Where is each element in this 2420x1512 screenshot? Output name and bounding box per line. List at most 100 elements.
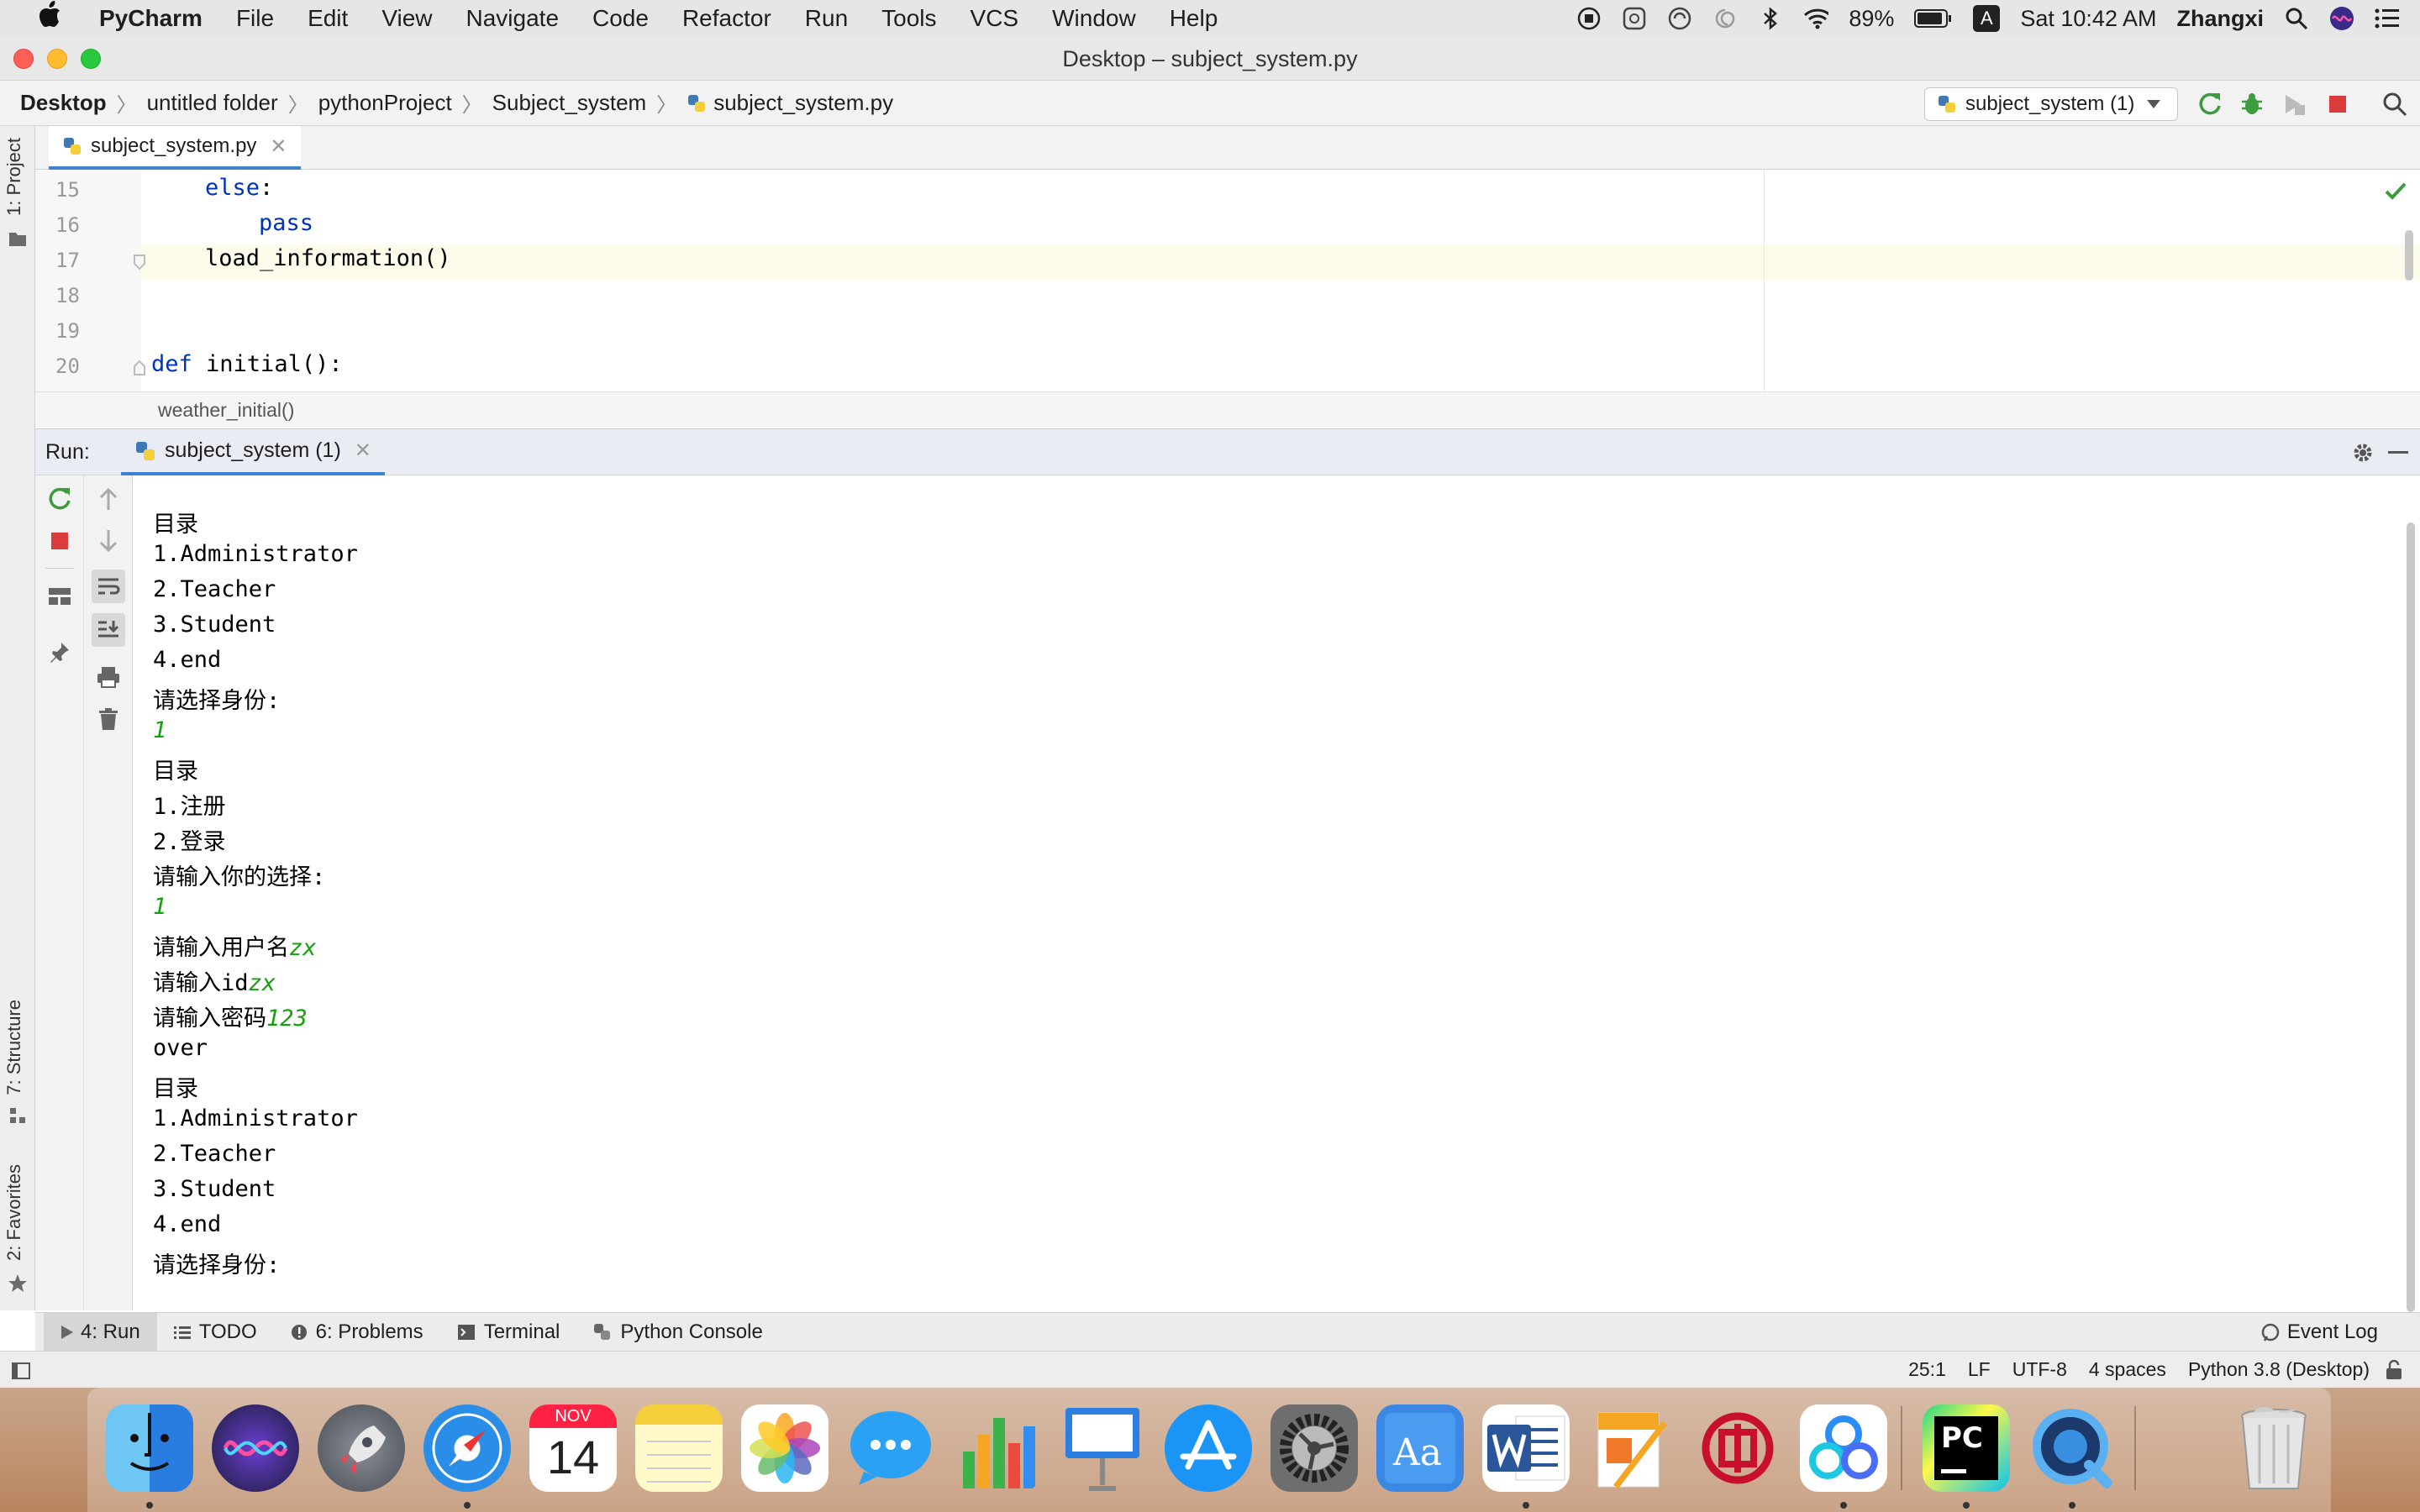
launchpad-icon[interactable]	[318, 1404, 405, 1492]
spotlight-icon[interactable]	[2284, 6, 2309, 31]
close-window-button[interactable]	[13, 49, 34, 69]
favorites-tool-tab[interactable]: 2: Favorites	[3, 1164, 25, 1261]
breadcrumb-untitled-folder[interactable]: untitled folder	[147, 90, 278, 116]
project-tool-tab[interactable]: 1: Project	[3, 138, 25, 216]
debug-icon[interactable]	[2238, 91, 2265, 118]
calendar-icon[interactable]: NOV 14	[529, 1404, 617, 1492]
breadcrumb-pythonproject[interactable]: pythonProject	[318, 90, 452, 116]
breadcrumb-desktop[interactable]: Desktop	[20, 90, 107, 116]
spiral-icon[interactable]	[1712, 6, 1738, 31]
menu-app-pycharm[interactable]: PyCharm	[99, 5, 203, 32]
tool-tab-todo[interactable]: TODO	[157, 1313, 274, 1352]
zoom-window-button[interactable]	[81, 49, 101, 69]
safari-icon[interactable]	[424, 1404, 511, 1492]
capture-icon[interactable]	[1622, 6, 1647, 31]
menu-refactor[interactable]: Refactor	[682, 5, 771, 32]
breadcrumb-subject-system[interactable]: Subject_system	[492, 90, 647, 116]
inspection-ok-icon[interactable]	[2385, 181, 2407, 204]
menu-view[interactable]: View	[381, 5, 432, 32]
code-editor[interactable]: 15 16 17 18 19 20 else: pass load_inform…	[35, 170, 2420, 391]
system-preferences-icon[interactable]	[1270, 1404, 1358, 1492]
minimize-window-button[interactable]	[47, 49, 67, 69]
sync-icon[interactable]	[1667, 6, 1692, 31]
python-interpreter[interactable]: Python 3.8 (Desktop)	[2188, 1358, 2370, 1381]
notification-center-icon[interactable]	[2375, 6, 2400, 31]
menu-file[interactable]: File	[236, 5, 274, 32]
indent-setting[interactable]: 4 spaces	[2089, 1358, 2166, 1381]
pin-icon[interactable]	[46, 638, 73, 665]
siri-icon[interactable]	[2329, 6, 2354, 31]
layout-icon[interactable]	[46, 583, 73, 610]
pages-icon[interactable]	[1588, 1404, 1676, 1492]
finder-icon[interactable]	[106, 1404, 193, 1492]
icbc-bank-icon[interactable]	[1694, 1404, 1781, 1492]
pycharm-icon[interactable]: PC	[1923, 1404, 2010, 1492]
run-console-output[interactable]: 目录 1.Administrator 2.Teacher 3.Student 4…	[133, 475, 2420, 1312]
tool-tab-terminal[interactable]: Terminal	[440, 1313, 577, 1352]
structure-tool-tab[interactable]: 7: Structure	[3, 1000, 25, 1095]
tool-tab-event-log[interactable]: Event Log	[2244, 1313, 2395, 1352]
photos-icon[interactable]	[741, 1404, 829, 1492]
menu-window[interactable]: Window	[1052, 5, 1136, 32]
tool-tab-python-console[interactable]: Python Console	[576, 1313, 779, 1352]
menu-help[interactable]: Help	[1170, 5, 1218, 32]
baidu-netdisk-icon[interactable]	[1800, 1404, 1887, 1492]
wifi-icon[interactable]	[1803, 6, 1829, 31]
toggle-tool-windows-icon[interactable]	[12, 1362, 30, 1384]
rerun-button[interactable]	[2196, 91, 2223, 118]
input-source-icon[interactable]: A	[1973, 5, 2001, 32]
screen-record-icon[interactable]	[1576, 6, 1602, 31]
menu-run[interactable]: Run	[805, 5, 848, 32]
apple-icon[interactable]	[29, 0, 71, 37]
editor-tab-subject-system[interactable]: subject_system.py ✕	[49, 126, 301, 170]
editor-scrollbar[interactable]	[2405, 230, 2413, 281]
dictionary-icon[interactable]: Aa	[1376, 1404, 1464, 1492]
settings-gear-icon[interactable]	[2351, 441, 2375, 470]
search-everywhere-icon[interactable]	[2381, 91, 2408, 118]
menu-vcs[interactable]: VCS	[971, 5, 1019, 32]
trash-bin-icon[interactable]	[2230, 1404, 2317, 1492]
code-breadcrumb[interactable]: weather_initial()	[158, 399, 294, 421]
app-store-icon[interactable]	[1165, 1404, 1252, 1492]
tool-tab-problems[interactable]: 6: Problems	[274, 1313, 440, 1352]
numbers-icon[interactable]	[953, 1404, 1040, 1492]
file-encoding[interactable]: UTF-8	[2012, 1358, 2067, 1381]
menu-code[interactable]: Code	[592, 5, 649, 32]
stop-button[interactable]	[2324, 91, 2351, 118]
siri-app-icon[interactable]	[212, 1404, 299, 1492]
rerun-icon[interactable]	[46, 486, 73, 512]
run-tab-subject-system[interactable]: subject_system (1) ✕	[121, 429, 385, 476]
bluetooth-icon[interactable]	[1758, 6, 1783, 31]
tool-tab-run[interactable]: 4: Run	[44, 1312, 157, 1352]
user-name[interactable]: Zhangxi	[2176, 6, 2264, 32]
scroll-down-icon[interactable]	[95, 528, 122, 554]
fold-marker-icon[interactable]	[133, 360, 146, 381]
messages-icon[interactable]	[847, 1404, 934, 1492]
scroll-to-end-icon[interactable]	[92, 613, 125, 647]
trash-icon[interactable]	[95, 706, 122, 732]
breadcrumb-file[interactable]: subject_system.py	[713, 90, 893, 116]
clock[interactable]: Sat 10:42 AM	[2020, 6, 2156, 32]
cursor-position[interactable]: 25:1	[1908, 1358, 1946, 1381]
run-configuration-dropdown[interactable]: subject_system (1)	[1924, 87, 2178, 121]
minimize-panel-icon[interactable]	[2388, 451, 2408, 454]
close-tab-icon[interactable]: ✕	[355, 438, 371, 463]
scroll-up-icon[interactable]	[95, 486, 122, 512]
menu-edit[interactable]: Edit	[308, 5, 348, 32]
line-separator[interactable]: LF	[1968, 1358, 1991, 1381]
soft-wrap-icon[interactable]	[92, 570, 125, 603]
close-tab-icon[interactable]: ✕	[270, 134, 287, 159]
lock-icon[interactable]	[2385, 1359, 2403, 1380]
menu-tools[interactable]: Tools	[881, 5, 936, 32]
print-icon[interactable]	[95, 664, 122, 690]
keynote-icon[interactable]	[1059, 1404, 1146, 1492]
battery-icon[interactable]	[1914, 6, 1953, 31]
fold-marker-icon[interactable]	[133, 254, 146, 275]
menu-navigate[interactable]: Navigate	[466, 5, 560, 32]
coverage-icon[interactable]	[2281, 91, 2307, 118]
quicktime-icon[interactable]	[2028, 1404, 2116, 1492]
word-icon[interactable]	[1482, 1404, 1570, 1492]
console-scrollbar[interactable]	[2407, 522, 2415, 1312]
stop-icon[interactable]	[46, 528, 73, 554]
notes-icon[interactable]	[635, 1404, 723, 1492]
